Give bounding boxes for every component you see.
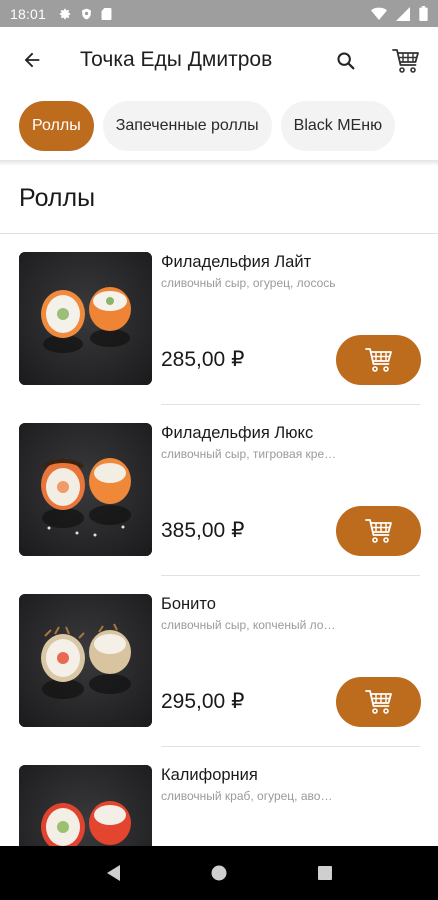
- nav-recents-button[interactable]: [301, 849, 349, 897]
- category-chip-baked-rolls[interactable]: Запеченные роллы: [102, 101, 272, 151]
- cart-button[interactable]: [384, 39, 428, 83]
- product-name: Филадельфия Лайт: [161, 253, 312, 271]
- cellular-icon: [396, 6, 410, 21]
- cart-icon: [364, 519, 392, 543]
- product-description: сливочный сыр, огурец, лосось: [161, 276, 336, 290]
- product-card[interactable]: Бонито сливочный сыр, копченый лосось 29…: [0, 594, 438, 764]
- section-title: Роллы: [19, 184, 96, 212]
- chips-shadow: [0, 160, 438, 166]
- product-image: [19, 423, 152, 556]
- product-price: 285,00 ₽: [161, 348, 245, 371]
- category-chip-black-menu[interactable]: Black MEню: [280, 101, 396, 151]
- back-button[interactable]: [0, 27, 64, 93]
- product-description: сливочный краб, огурец, авокадо: [161, 789, 337, 803]
- add-to-cart-button[interactable]: [336, 677, 421, 727]
- arrow-left-icon: [24, 52, 40, 68]
- sd-card-icon: [101, 7, 112, 20]
- product-price: 385,00 ₽: [161, 519, 245, 542]
- battery-icon: [419, 6, 428, 21]
- add-to-cart-button[interactable]: [336, 335, 421, 385]
- top-app-bar: Точка Еды Дмитров: [0, 27, 438, 93]
- category-chip-rolls[interactable]: Роллы: [19, 101, 94, 151]
- product-price: 295,00 ₽: [161, 690, 245, 713]
- row-divider: [161, 746, 420, 747]
- section-divider: [0, 233, 438, 234]
- recents-square-icon: [318, 866, 332, 880]
- product-card[interactable]: Филадельфия Лайт сливочный сыр, огурец, …: [0, 252, 438, 422]
- product-image: [19, 765, 152, 846]
- cart-icon: [364, 348, 392, 372]
- home-circle-icon: [211, 865, 227, 881]
- product-card[interactable]: Калифорния сливочный краб, огурец, авока…: [0, 765, 438, 846]
- nav-home-button[interactable]: [195, 849, 243, 897]
- product-name: Калифорния: [161, 766, 258, 784]
- product-name: Филадельфия Люкс: [161, 424, 314, 442]
- gear-icon: [59, 8, 71, 19]
- back-triangle-icon: [107, 865, 120, 881]
- row-divider: [161, 575, 420, 576]
- search-button[interactable]: [326, 41, 366, 81]
- add-to-cart-button[interactable]: [336, 506, 421, 556]
- product-card[interactable]: Филадельфия Люкс сливочный сыр, тигровая…: [0, 423, 438, 593]
- cart-icon: [392, 49, 419, 73]
- status-bar: 18:01: [0, 0, 438, 27]
- shield-icon: [82, 8, 91, 19]
- nav-back-button[interactable]: [89, 849, 137, 897]
- system-nav-bar: [0, 846, 438, 900]
- wifi-icon: [371, 7, 387, 20]
- page-title: Точка Еды Дмитров: [80, 48, 273, 71]
- search-icon: [337, 52, 355, 70]
- row-divider: [161, 404, 420, 405]
- product-image: [19, 594, 152, 727]
- product-name: Бонито: [161, 595, 216, 613]
- product-description: сливочный сыр, тигровая креветка: [161, 447, 337, 461]
- category-chips: Роллы Запеченные роллы Black MEню: [0, 98, 438, 154]
- screen: 18:01 Точка Еды Дмитров Роллы Запеченные…: [0, 0, 438, 900]
- status-time: 18:01: [10, 5, 47, 22]
- product-description: сливочный сыр, копченый лосось: [161, 618, 337, 632]
- cart-icon: [364, 690, 392, 714]
- product-image: [19, 252, 152, 385]
